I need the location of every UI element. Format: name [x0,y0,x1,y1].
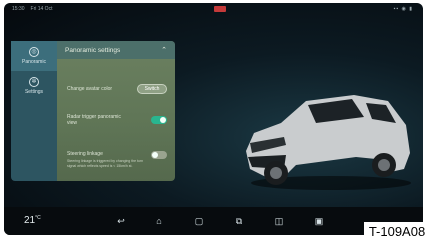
radar-label: Radar trigger panoramic view [67,114,121,126]
signal-icons: ▪▪ ◉ ▮ [393,6,413,12]
switch-button[interactable]: Switch [137,84,167,94]
side-nav: ◎ Panoramic ✲ Settings [11,41,57,181]
settings-panel: Panoramic settings ⌃ Change avatar color… [57,41,175,181]
temperature-unit: °C [35,215,41,221]
steering-toggle[interactable] [151,151,167,159]
steering-title: Steering linkage [67,151,103,157]
reference-code: T-109A08 [364,222,430,241]
change-avatar-row: Change avatar color Switch [67,84,167,94]
home-icon[interactable]: ⌂ [154,216,164,226]
back-icon[interactable]: ↩ [116,216,126,226]
car-image [246,95,411,190]
toggle-knob [160,117,166,123]
square-icon[interactable]: ▢ [194,216,204,226]
temperature-value: 21 [24,215,36,226]
panel-title: Panoramic settings [65,46,121,54]
nav-label-settings: Settings [24,89,44,95]
temperature-display[interactable]: 21°C [24,215,41,226]
brand-indicator [214,6,226,12]
date: Fri 14 Oct [30,6,53,12]
steering-row: Steering linkage Steering linkage is tri… [67,151,167,168]
gear-icon: ✲ [29,77,39,87]
camera-icon: ◎ [29,47,39,57]
camera-icon[interactable]: ▣ [314,216,324,226]
nav-item-panoramic[interactable]: ◎ Panoramic [11,41,57,71]
car-display-screen: 15:30 Fri 14 Oct ▪▪ ◉ ▮ ◎ Panoramic ✲ Se… [4,3,423,235]
nav-item-settings[interactable]: ✲ Settings [11,71,57,101]
split-icon[interactable]: ◫ [274,216,284,226]
change-avatar-label: Change avatar color [67,86,113,92]
steering-description: Steering linkage is triggered by changin… [67,159,144,168]
bottom-dock: 21°C ↩ ⌂ ▢ ⧉ ◫ ▣ [4,207,423,235]
radar-toggle[interactable] [151,116,167,124]
chevron-up-icon[interactable]: ⌃ [161,46,167,54]
nav-label-panoramic: Panoramic [22,59,46,65]
clock: 15:30 [12,6,25,12]
toggle-knob [152,152,158,158]
radar-row: Radar trigger panoramic view [67,114,167,126]
panel-header[interactable]: Panoramic settings ⌃ [57,41,175,59]
copy-icon[interactable]: ⧉ [234,216,244,226]
